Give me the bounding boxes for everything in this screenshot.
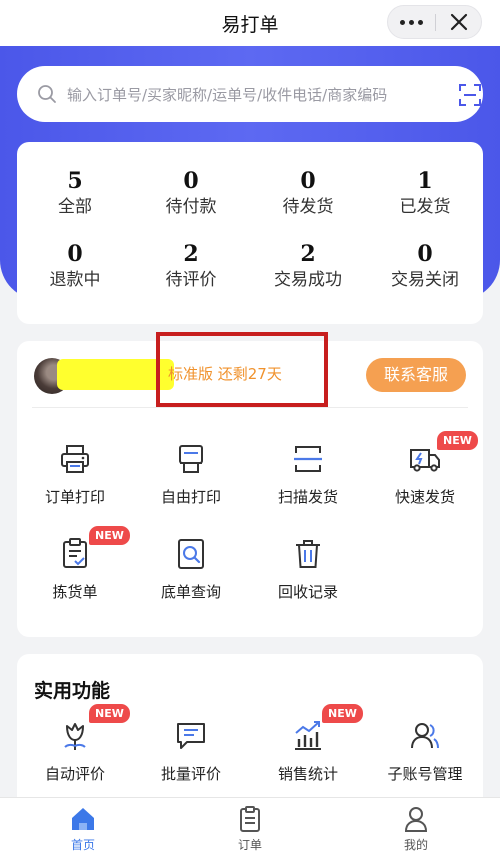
tool-scan-ship[interactable]: 扫描发货: [250, 441, 366, 507]
tab-label: 订单: [237, 838, 262, 852]
tool-quick-ship[interactable]: 快速发货: [367, 441, 483, 507]
tool-label: 批量评价: [160, 765, 221, 783]
section-title: 实用功能: [34, 680, 111, 702]
stat-count: 0: [67, 241, 83, 267]
stat-label: 待评价: [165, 270, 217, 290]
title-bar: 易打单: [0, 0, 500, 46]
practical-features-card: 实用功能 自动评价 NEW 批量评价 销售统计 NEW 子账号管理: [17, 654, 483, 814]
tool-label: 回收记录: [277, 583, 338, 601]
chart-icon: [295, 721, 321, 750]
stat-count: 1: [417, 168, 433, 194]
stat-all[interactable]: 5 全部: [17, 168, 133, 219]
new-badge: NEW: [89, 526, 130, 545]
tool-label: 自由打印: [160, 488, 221, 506]
tool-sales-stats[interactable]: 销售统计: [250, 718, 366, 784]
search-icon: [38, 85, 56, 103]
contact-support-button[interactable]: 联系客服: [366, 358, 466, 392]
home-icon: [72, 808, 94, 830]
tab-home[interactable]: 首页: [43, 804, 123, 853]
new-badge: NEW: [437, 431, 478, 450]
stat-count: 0: [183, 168, 199, 194]
stat-label: 交易成功: [274, 270, 342, 290]
tool-waybill-query[interactable]: 底单查询: [133, 536, 249, 602]
tool-label: 订单打印: [44, 488, 105, 506]
tools-card: 标准版 还剩27天 联系客服 订单打印 自由打印 扫描发货 快速发货 NEW 拣…: [17, 332, 483, 637]
tool-label: 拣货单: [52, 583, 98, 601]
trash-icon: [296, 540, 320, 568]
tool-recycle-log[interactable]: 回收记录: [250, 536, 366, 602]
tab-bar: 首页 订单 我的: [0, 797, 500, 854]
order-stats-panel: 5 全部 0 待付款 0 待发货 1 已发货 0 退款中 2 待评价 2 交易成…: [17, 142, 483, 324]
tool-label: 销售统计: [277, 765, 338, 783]
stat-count: 2: [300, 241, 316, 267]
highlight-box: [156, 332, 328, 407]
tool-label: 快速发货: [394, 488, 455, 506]
tab-mine[interactable]: 我的: [376, 804, 456, 853]
stat-count: 2: [183, 241, 199, 267]
tool-picking-list[interactable]: 拣货单: [17, 536, 133, 602]
close-icon[interactable]: [436, 6, 482, 38]
search-doc-icon: [178, 539, 204, 569]
tool-free-print[interactable]: 自由打印: [133, 441, 249, 507]
user-icon: [404, 807, 428, 832]
tool-order-print[interactable]: 订单打印: [17, 441, 133, 507]
search-input[interactable]: 输入订单号/买家昵称/运单号/收件电话/商家编码: [67, 84, 387, 105]
more-icon[interactable]: [388, 6, 435, 38]
clipboard-icon: [63, 538, 87, 568]
stat-label: 已发货: [399, 197, 451, 217]
new-badge: NEW: [322, 704, 363, 723]
scan-icon: [294, 446, 322, 472]
tool-auto-review[interactable]: 自动评价: [17, 718, 133, 784]
order-icon: [240, 806, 260, 832]
stat-pending-payment[interactable]: 0 待付款: [133, 168, 249, 219]
stat-label: 交易关闭: [391, 270, 459, 290]
tool-label: 自动评价: [44, 765, 105, 783]
flower-icon: [64, 723, 86, 750]
stat-label: 退款中: [49, 270, 101, 290]
stat-label: 待付款: [165, 197, 217, 217]
tool-sub-accounts[interactable]: 子账号管理: [367, 718, 483, 784]
stat-shipped[interactable]: 1 已发货: [367, 168, 483, 219]
tab-label: 我的: [403, 838, 428, 852]
tool-batch-review[interactable]: 批量评价: [133, 718, 249, 784]
tool-label: 子账号管理: [387, 765, 463, 783]
tool-label: 底单查询: [160, 583, 221, 601]
new-badge: NEW: [89, 704, 130, 723]
stat-label: 待发货: [282, 197, 334, 217]
tab-orders[interactable]: 订单: [210, 804, 290, 853]
stat-completed[interactable]: 2 交易成功: [250, 241, 366, 292]
chat-icon: [177, 723, 205, 749]
stat-label: 全部: [58, 197, 92, 217]
stat-refunding[interactable]: 0 退款中: [17, 241, 133, 292]
mini-program-capsule: [387, 5, 482, 39]
divider: [32, 407, 468, 408]
stat-count: 0: [300, 168, 316, 194]
tab-label: 首页: [70, 838, 95, 852]
search-bar[interactable]: 输入订单号/买家昵称/运单号/收件电话/商家编码: [17, 66, 483, 122]
tool-label: 扫描发货: [277, 488, 338, 506]
stat-pending-review[interactable]: 2 待评价: [133, 241, 249, 292]
scan-code-icon[interactable]: [458, 83, 482, 107]
printer-icon: [61, 445, 89, 473]
stat-pending-shipment[interactable]: 0 待发货: [250, 168, 366, 219]
free-print-icon: [179, 445, 203, 473]
stat-closed[interactable]: 0 交易关闭: [367, 241, 483, 292]
stat-count: 0: [417, 241, 433, 267]
stat-count: 5: [67, 168, 83, 194]
users-icon: [411, 723, 439, 749]
